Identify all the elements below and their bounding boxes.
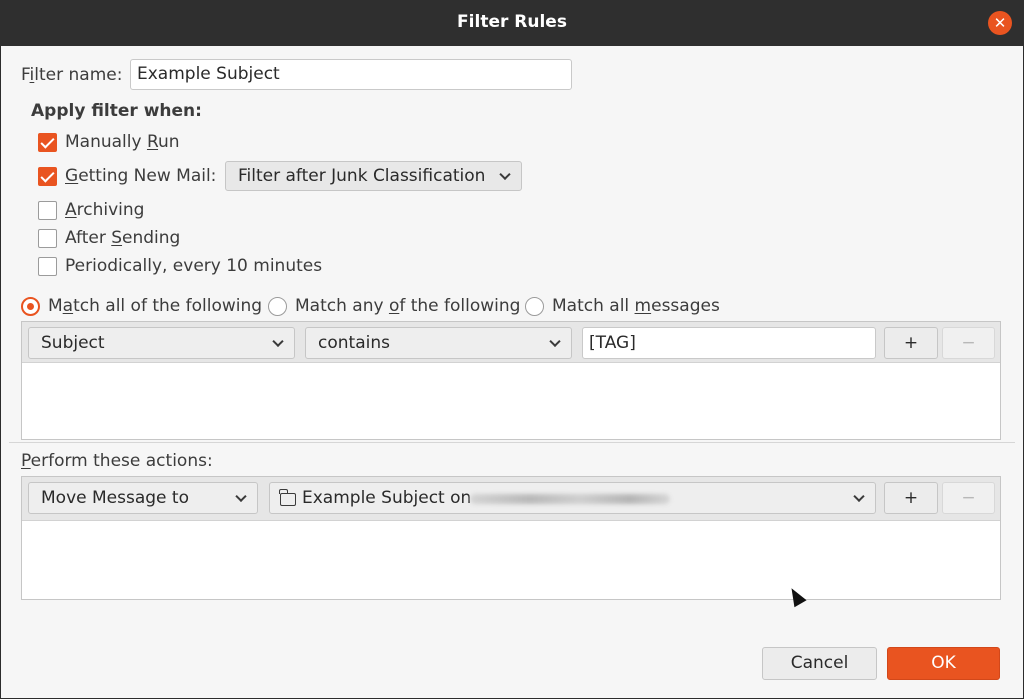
chevron-down-icon: [499, 168, 511, 181]
filter-name-label: Filter name:: [21, 65, 123, 85]
ok-button[interactable]: OK: [887, 647, 1000, 680]
match-all-radio[interactable]: [21, 297, 40, 316]
getting-new-mail-label[interactable]: Getting New Mail:: [65, 166, 216, 186]
cancel-button[interactable]: Cancel: [762, 647, 877, 680]
rule-field-value: Subject: [41, 333, 105, 353]
remove-action-button[interactable]: −: [942, 482, 995, 514]
section-divider: [9, 442, 1015, 443]
match-any-radio[interactable]: [268, 297, 287, 316]
junk-classification-dropdown[interactable]: Filter after Junk Classification: [225, 161, 522, 191]
rule-operator-dropdown[interactable]: contains: [305, 327, 572, 359]
close-icon[interactable]: ✕: [988, 11, 1012, 35]
manually-run-checkbox[interactable]: [38, 133, 57, 152]
remove-rule-button[interactable]: −: [942, 327, 995, 359]
chevron-down-icon: [853, 490, 865, 503]
chevron-down-icon: [235, 490, 247, 503]
rule-value-input[interactable]: [TAG]: [582, 327, 876, 359]
chevron-down-icon: [549, 335, 561, 348]
match-any-label[interactable]: Match any of the following: [295, 296, 520, 316]
rule-field-dropdown[interactable]: Subject: [28, 327, 295, 359]
match-all-messages-radio[interactable]: [525, 297, 544, 316]
window-titlebar: Filter Rules ✕: [0, 0, 1024, 46]
archiving-label[interactable]: Archiving: [65, 200, 144, 220]
archiving-checkbox[interactable]: [38, 201, 57, 220]
target-folder-dropdown[interactable]: Example Subject on: [269, 482, 876, 514]
match-all-label[interactable]: Match all of the following: [48, 296, 262, 316]
perform-actions-label: Perform these actions:: [21, 451, 213, 471]
periodically-checkbox[interactable]: [38, 257, 57, 276]
junk-classification-value: Filter after Junk Classification: [238, 166, 486, 186]
add-rule-button[interactable]: +: [884, 327, 938, 359]
action-type-value: Move Message to: [41, 488, 189, 508]
action-row: Move Message to Example Subject on + −: [22, 477, 1000, 521]
filter-name-input[interactable]: Example Subject: [130, 59, 572, 90]
filter-rules-dialog: Filter name: Example Subject Apply filte…: [1, 46, 1023, 698]
apply-filter-heading: Apply filter when:: [31, 101, 202, 121]
periodically-label[interactable]: Periodically, every 10 minutes: [65, 256, 322, 276]
chevron-down-icon: [272, 335, 284, 348]
actions-list: Move Message to Example Subject on + −: [21, 476, 1001, 600]
after-sending-checkbox[interactable]: [38, 229, 57, 248]
rules-list: Subject contains [TAG] + −: [21, 321, 1001, 440]
folder-icon: [279, 489, 296, 506]
rule-operator-value: contains: [318, 333, 390, 353]
target-folder-value: Example Subject on: [302, 488, 472, 508]
rule-row: Subject contains [TAG] + −: [22, 322, 1000, 363]
add-action-button[interactable]: +: [884, 482, 938, 514]
getting-new-mail-checkbox[interactable]: [38, 167, 57, 186]
window-title: Filter Rules: [457, 12, 567, 32]
after-sending-label[interactable]: After Sending: [65, 228, 180, 248]
action-type-dropdown[interactable]: Move Message to: [28, 482, 258, 514]
redacted-account: [470, 494, 670, 504]
match-all-messages-label[interactable]: Match all messages: [552, 296, 720, 316]
manually-run-label[interactable]: Manually Run: [65, 132, 180, 152]
